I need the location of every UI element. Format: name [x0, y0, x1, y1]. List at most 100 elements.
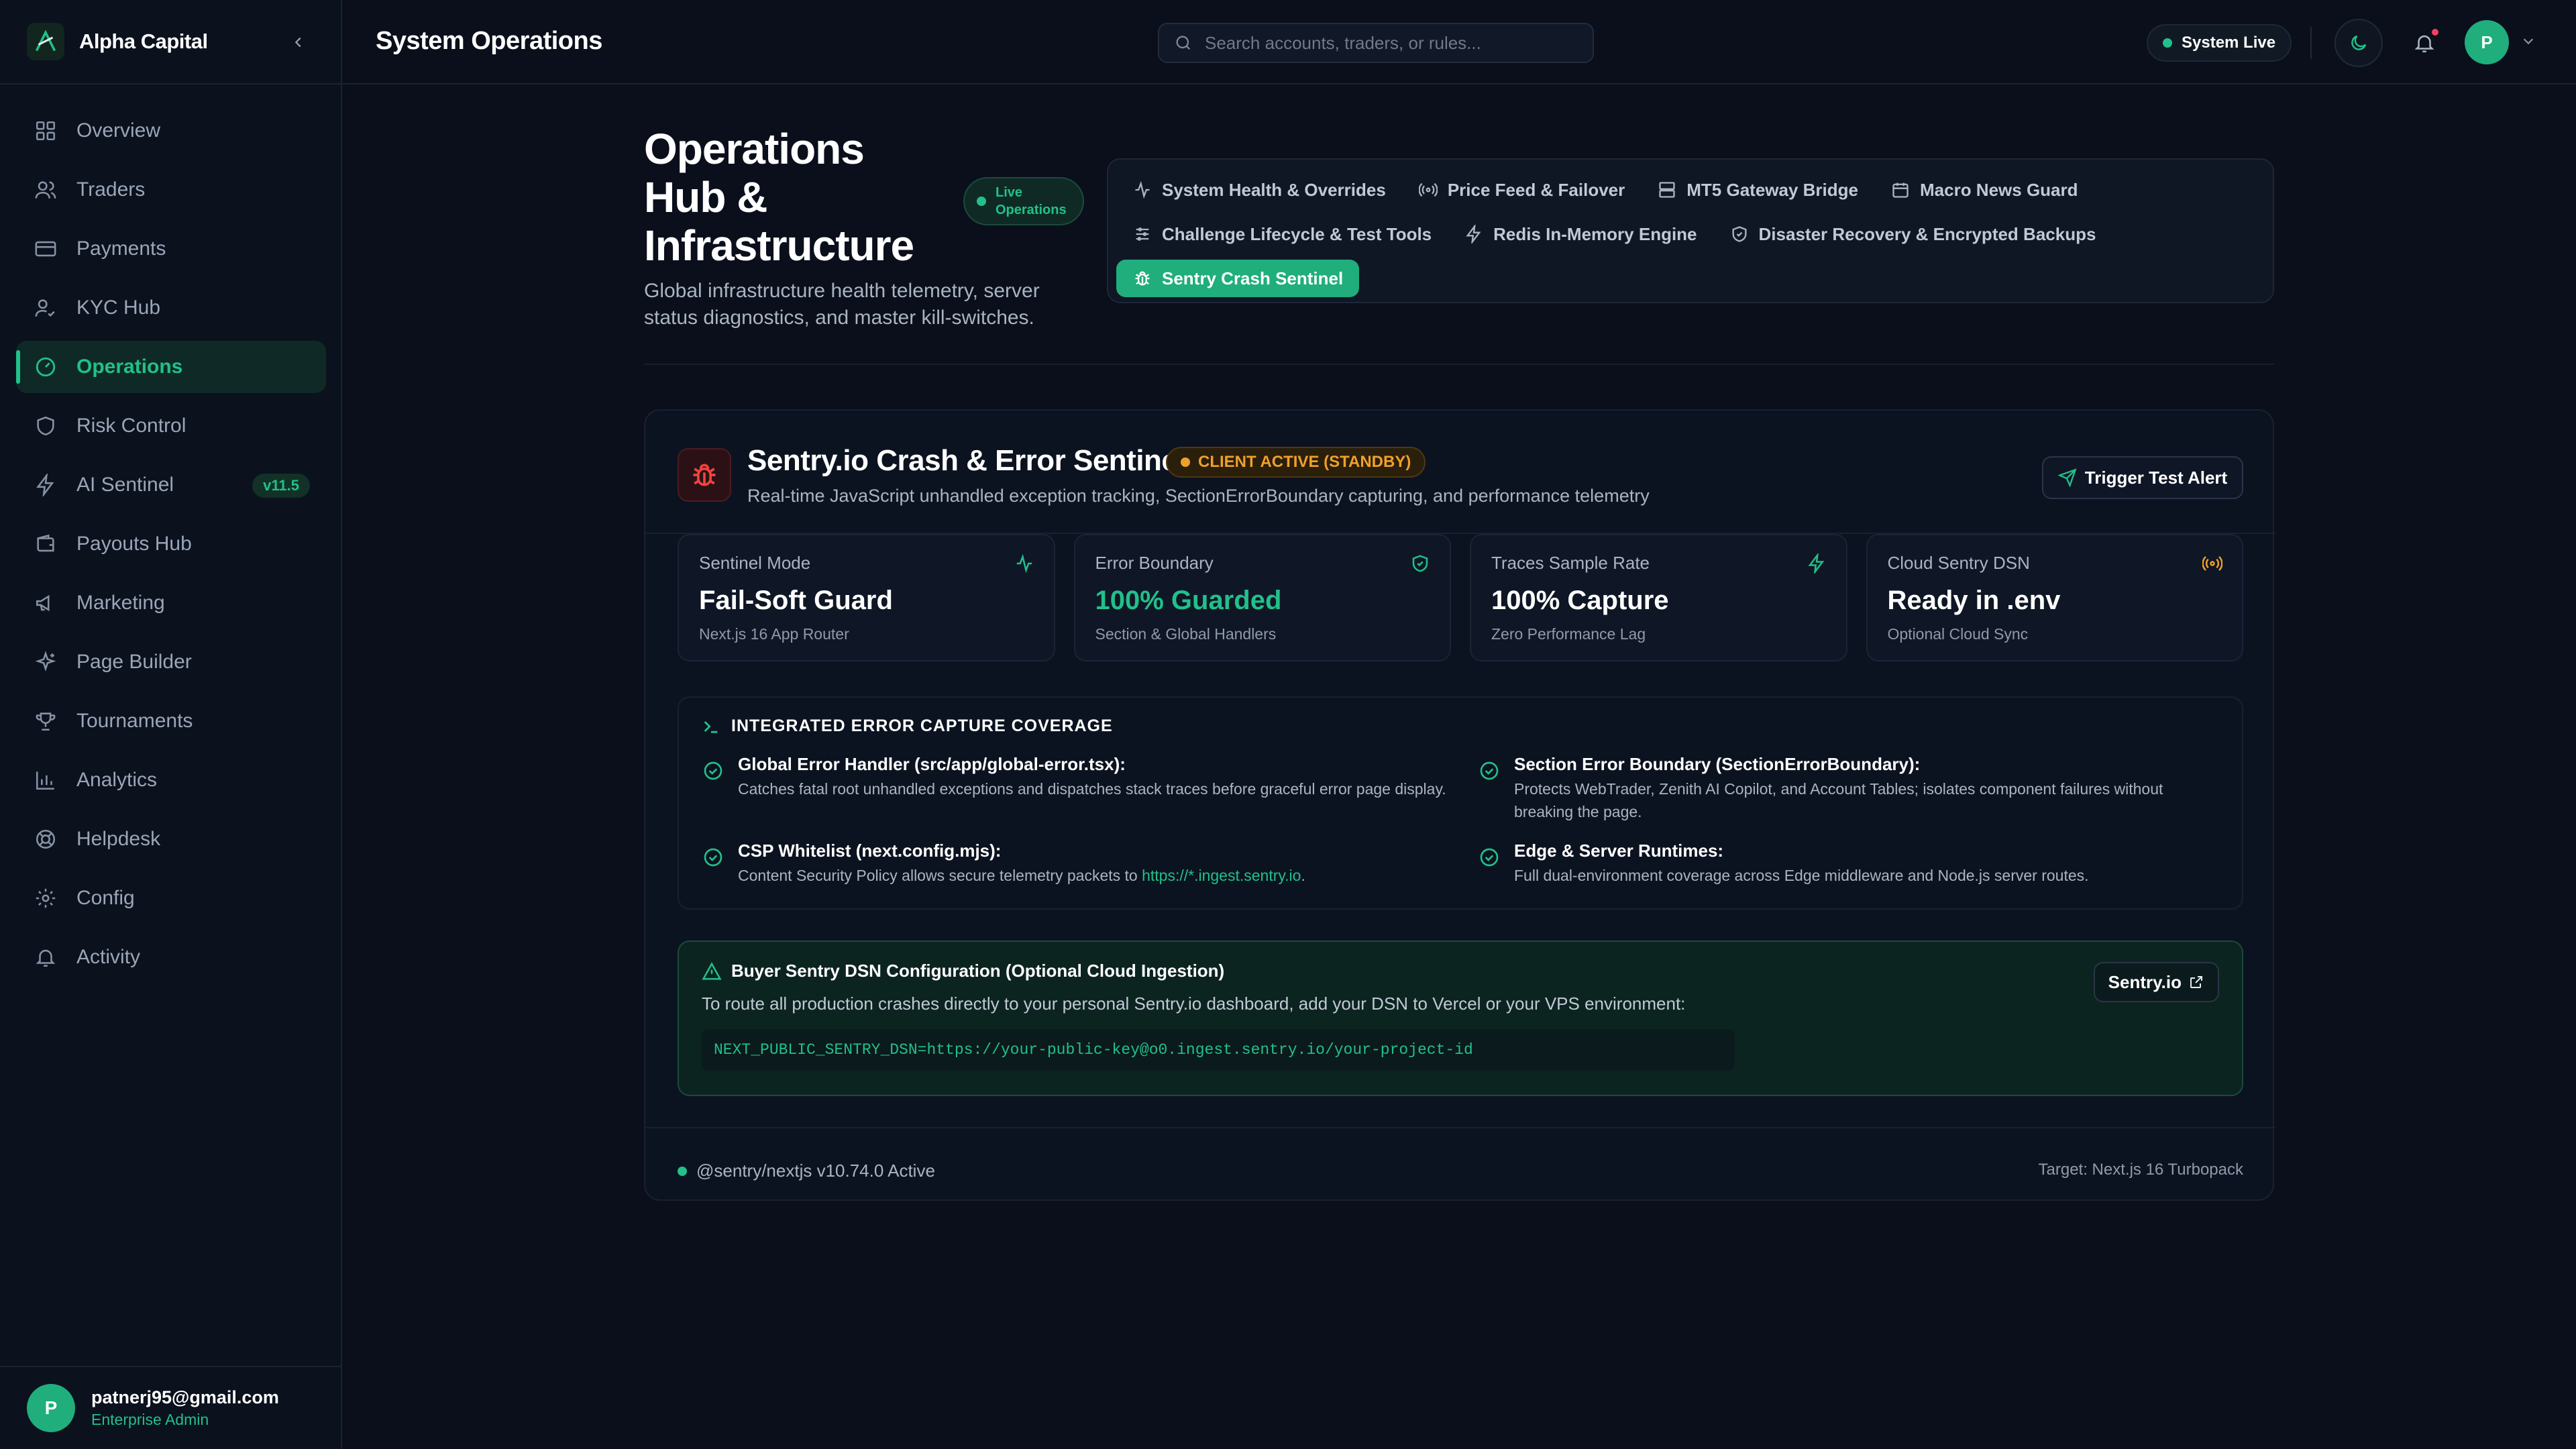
divider: [2310, 27, 2312, 59]
sidebar-item-analytics[interactable]: Analytics: [16, 754, 326, 806]
notifications-button[interactable]: [2400, 19, 2449, 67]
coverage-item-title: Edge & Server Runtimes:: [1514, 841, 1724, 861]
tab-challenge-lifecycle[interactable]: Challenge Lifecycle & Test Tools: [1116, 215, 1448, 253]
collapse-sidebar-button[interactable]: [286, 30, 311, 55]
gear-icon: [32, 885, 59, 912]
theme-toggle-button[interactable]: [2334, 19, 2383, 67]
stat-label: Cloud Sentry DSN: [1887, 553, 2030, 573]
tab-system-health[interactable]: System Health & Overrides: [1116, 171, 1402, 209]
sidebar-item-label: Config: [76, 887, 135, 909]
brand-logo-icon: [27, 23, 64, 60]
card-footer: @sentry/nextjs v10.74.0 Active Target: N…: [645, 1127, 2275, 1201]
sidebar-nav: Overview Traders Payments KYC Hub Operat…: [16, 105, 326, 990]
sidebar: Alpha Capital Overview Traders Payments …: [0, 0, 342, 1449]
tab-price-feed[interactable]: Price Feed & Failover: [1402, 171, 1641, 209]
zap-icon: [1806, 553, 1827, 574]
coverage-item-title: Section Error Boundary (SectionErrorBoun…: [1514, 754, 1921, 774]
tab-sentry-crash-sentinel[interactable]: Sentry Crash Sentinel: [1116, 260, 1360, 297]
sidebar-item-helpdesk[interactable]: Helpdesk: [16, 813, 326, 865]
coverage-item: CSP Whitelist (next.config.mjs): Content…: [702, 841, 1448, 887]
stat-sub: Optional Cloud Sync: [1887, 625, 2029, 643]
sidebar-item-payments[interactable]: Payments: [16, 223, 326, 275]
tab-label: MT5 Gateway Bridge: [1686, 179, 1858, 200]
sidebar-item-payouts-hub[interactable]: Payouts Hub: [16, 518, 326, 570]
status-badge: CLIENT ACTIVE (STANDBY): [1166, 447, 1426, 478]
sidebar-item-label: AI Sentinel: [76, 474, 174, 496]
sidebar-item-page-builder[interactable]: Page Builder: [16, 636, 326, 688]
tab-redis-engine[interactable]: Redis In-Memory Engine: [1448, 215, 1713, 253]
sidebar-item-label: Activity: [76, 946, 141, 968]
live-operations-badge: Live Operations: [963, 177, 1084, 225]
error-capture-coverage: INTEGRATED ERROR CAPTURE COVERAGE Global…: [678, 696, 2243, 910]
status-dot: [1181, 458, 1190, 467]
terminal-icon: [702, 717, 720, 736]
sidebar-item-activity[interactable]: Activity: [16, 931, 326, 983]
sidebar-item-label: Payouts Hub: [76, 533, 192, 555]
stat-traces-sample-rate: Traces Sample Rate 100% Capture Zero Per…: [1470, 534, 1847, 661]
trigger-test-alert-button[interactable]: Trigger Test Alert: [2042, 456, 2243, 499]
dsn-code-snippet[interactable]: NEXT_PUBLIC_SENTRY_DSN=https://your-publ…: [702, 1029, 1735, 1071]
sidebar-item-overview[interactable]: Overview: [16, 105, 326, 157]
sidebar-item-config[interactable]: Config: [16, 872, 326, 924]
activity-icon: [1014, 553, 1035, 574]
tab-mt5-gateway[interactable]: MT5 Gateway Bridge: [1641, 171, 1874, 209]
sidebar-item-kyc-hub[interactable]: KYC Hub: [16, 282, 326, 334]
sidebar-item-label: Overview: [76, 119, 161, 142]
zap-icon: [1464, 224, 1484, 244]
chevron-down-icon[interactable]: [2521, 34, 2536, 48]
search-bar[interactable]: [1158, 23, 1594, 63]
grid-icon: [32, 117, 59, 144]
sentry-ingest-link[interactable]: https://*.ingest.sentry.io: [1142, 867, 1301, 884]
sidebar-item-label: Payments: [76, 237, 166, 260]
system-status-badge: System Live: [2147, 24, 2292, 62]
sidebar-item-operations[interactable]: Operations: [16, 341, 326, 393]
sentry-io-link-button[interactable]: Sentry.io: [2093, 962, 2219, 1002]
warning-icon: [702, 961, 722, 981]
sidebar-item-marketing[interactable]: Marketing: [16, 577, 326, 629]
tab-label: Disaster Recovery & Encrypted Backups: [1758, 223, 2096, 244]
stat-label: Traces Sample Rate: [1491, 553, 1650, 573]
coverage-item-desc: Full dual-environment coverage across Ed…: [1514, 867, 2089, 884]
sidebar-item-tournaments[interactable]: Tournaments: [16, 695, 326, 747]
coverage-item-title: CSP Whitelist (next.config.mjs):: [738, 841, 1002, 861]
sidebar-item-label: Page Builder: [76, 651, 192, 673]
wallet-icon: [32, 531, 59, 557]
user-check-icon: [32, 294, 59, 321]
coverage-item: Global Error Handler (src/app/global-err…: [702, 754, 1448, 823]
stat-label: Sentinel Mode: [699, 553, 811, 573]
shield-check-icon: [1409, 553, 1431, 574]
users-icon: [32, 176, 59, 203]
dsn-title: Buyer Sentry DSN Configuration (Optional…: [731, 961, 1225, 981]
sentry-button-label: Sentry.io: [2108, 971, 2182, 992]
check-circle-icon: [702, 759, 724, 782]
external-link-icon: [2190, 976, 2202, 988]
user-avatar-button[interactable]: P: [2465, 20, 2509, 64]
sidebar-item-label: Helpdesk: [76, 828, 161, 850]
user-profile[interactable]: P patnerj95@gmail.com Enterprise Admin: [0, 1366, 342, 1449]
sidebar-item-label: Analytics: [76, 769, 158, 791]
credit-card-icon: [32, 235, 59, 262]
sidebar-item-ai-sentinel[interactable]: AI Sentinel v11.5: [16, 459, 326, 511]
search-input[interactable]: [1205, 32, 1580, 54]
hero-subtitle: Global infrastructure health telemetry, …: [644, 280, 1040, 329]
check-circle-icon: [1478, 759, 1501, 782]
notification-dot: [2430, 27, 2440, 38]
sidebar-item-label: Tournaments: [76, 710, 193, 732]
tab-macro-news[interactable]: Macro News Guard: [1874, 171, 2094, 209]
coverage-item: Section Error Boundary (SectionErrorBoun…: [1478, 754, 2224, 823]
sidebar-item-label: KYC Hub: [76, 297, 161, 319]
stat-cloud-sentry-dsn: Cloud Sentry DSN Ready in .env Optional …: [1866, 534, 2243, 661]
sentry-card: Sentry.io Crash & Error Sentinel CLIENT …: [644, 409, 2275, 1201]
card-title: Sentry.io Crash & Error Sentinel: [747, 444, 1186, 477]
stat-value: 100% Guarded: [1095, 586, 1282, 615]
sidebar-item-risk-control[interactable]: Risk Control: [16, 400, 326, 452]
activity-icon: [1132, 180, 1152, 200]
bug-icon: [678, 448, 731, 502]
brand-name: Alpha Capital: [79, 30, 208, 53]
tab-disaster-recovery[interactable]: Disaster Recovery & Encrypted Backups: [1713, 215, 2112, 253]
radio-icon: [2202, 553, 2223, 574]
tab-label: Macro News Guard: [1920, 179, 2078, 200]
sidebar-item-traders[interactable]: Traders: [16, 164, 326, 216]
card-description: Real-time JavaScript unhandled exception…: [747, 486, 1650, 506]
coverage-item: Edge & Server Runtimes: Full dual-enviro…: [1478, 841, 2224, 887]
